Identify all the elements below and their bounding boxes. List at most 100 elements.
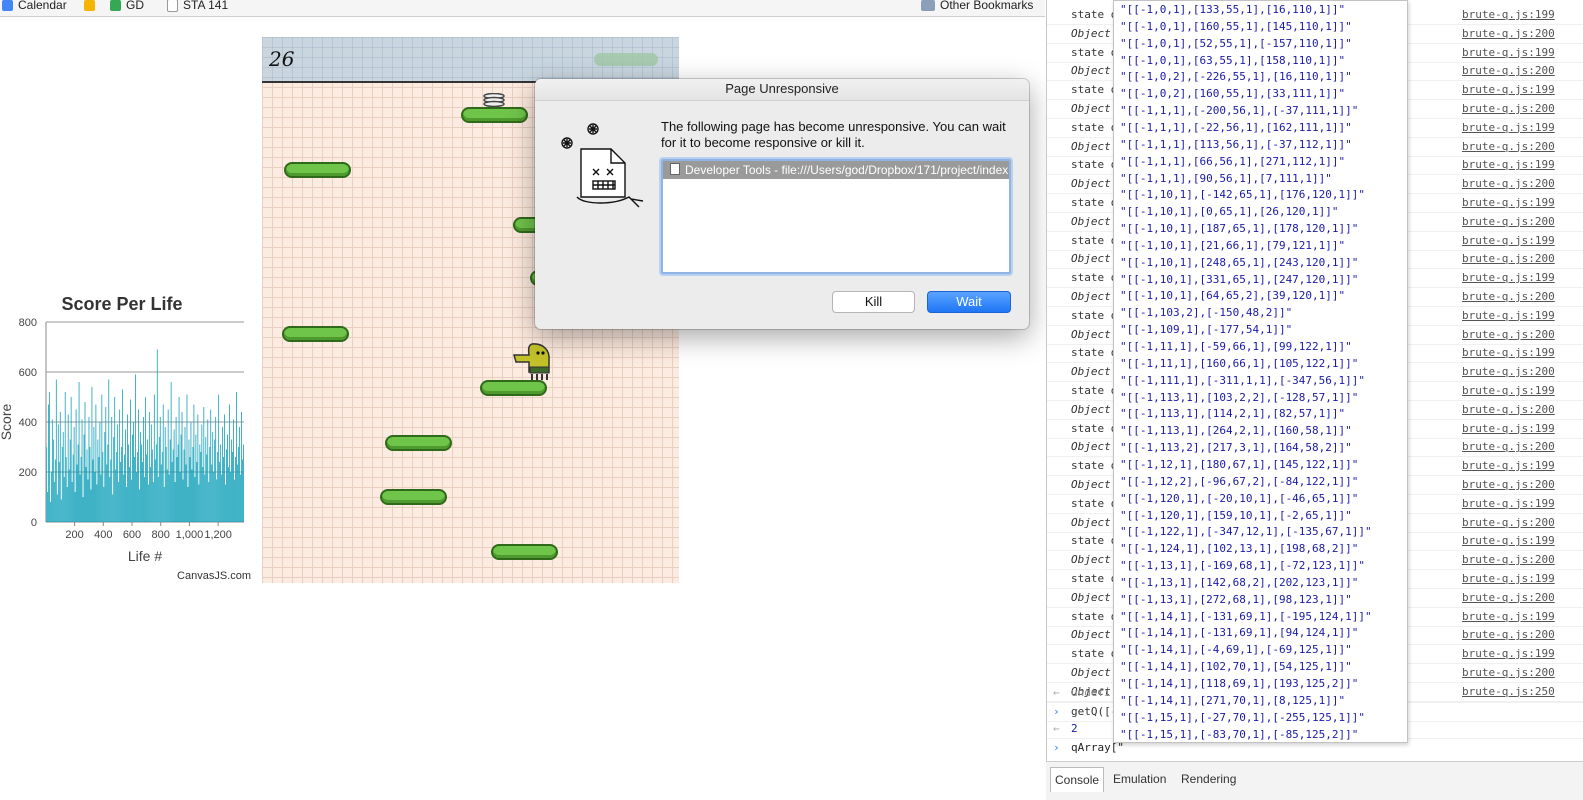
source-link[interactable]: brute-q.js:200 (1462, 403, 1555, 416)
autocomplete-item[interactable]: "[[-1,113,1],[264,2,1],[160,58,1]]" (1120, 424, 1352, 441)
unresponsive-pages-list[interactable]: Developer Tools - file:///Users/god/Drop… (661, 159, 1011, 274)
bar (212, 432, 214, 522)
source-link[interactable]: brute-q.js:200 (1462, 328, 1555, 341)
bar (177, 444, 179, 522)
wait-button[interactable]: Wait (927, 291, 1011, 313)
autocomplete-item[interactable]: "[[-1,10,1],[187,65,1],[178,120,1]]" (1120, 222, 1358, 239)
autocomplete-item[interactable]: "[[-1,0,2],[-226,55,1],[16,110,1]]" (1120, 70, 1352, 87)
autocomplete-item[interactable]: "[[-1,0,1],[160,55,1],[145,110,1]]" (1120, 20, 1352, 37)
autocomplete-item[interactable]: "[[-1,14,1],[-131,69,1],[-195,124,1]]" (1120, 610, 1372, 627)
autocomplete-dropdown[interactable]: "[[-1,0,1],[133,55,1],[16,110,1]]" "[[-1,… (1113, 0, 1408, 743)
bookmark-calendar[interactable]: Calendar (2, 0, 67, 13)
autocomplete-item[interactable]: "[[-1,14,1],[271,70,1],[8,125,1]]" (1120, 694, 1345, 711)
source-link[interactable]: brute-q.js:200 (1462, 290, 1555, 303)
bookmark-star[interactable] (84, 0, 100, 13)
bookmark-sta141[interactable]: STA 141 (167, 0, 228, 13)
source-link[interactable]: brute-q.js:200 (1462, 666, 1555, 679)
list-item[interactable]: Developer Tools - file:///Users/god/Drop… (663, 161, 1009, 179)
source-link[interactable]: brute-q.js:199 (1462, 196, 1555, 209)
source-link[interactable]: brute-q.js:199 (1462, 572, 1555, 585)
autocomplete-item[interactable]: "[[-1,1,1],[113,56,1],[-37,112,1]]" (1120, 138, 1352, 155)
autocomplete-item[interactable]: "[[-1,113,1],[114,2,1],[82,57,1]]" (1120, 407, 1345, 424)
tab-console[interactable]: Console (1050, 767, 1105, 792)
source-link[interactable]: brute-q.js:199 (1462, 422, 1555, 435)
autocomplete-item[interactable]: "[[-1,13,1],[-169,68,1],[-72,123,1]]" (1120, 559, 1365, 576)
autocomplete-item[interactable]: "[[-1,0,1],[52,55,1],[-157,110,1]]" (1120, 37, 1352, 54)
source-link[interactable]: brute-q.js:199 (1462, 346, 1555, 359)
autocomplete-item[interactable]: "[[-1,1,1],[-22,56,1],[162,111,1]]" (1120, 121, 1352, 138)
source-link[interactable]: brute-q.js:199 (1462, 271, 1555, 284)
autocomplete-item[interactable]: "[[-1,10,1],[331,65,1],[247,120,1]]" (1120, 273, 1358, 290)
bookmark-gd[interactable]: GD (110, 0, 144, 13)
source-link[interactable]: brute-q.js:199 (1462, 158, 1555, 171)
source-link[interactable]: brute-q.js:200 (1462, 27, 1555, 40)
source-link[interactable]: brute-q.js:199 (1462, 459, 1555, 472)
autocomplete-item[interactable]: "[[-1,0,2],[160,55,1],[33,111,1]]" (1120, 87, 1345, 104)
autocomplete-item[interactable]: "[[-1,14,1],[-131,69,1],[94,124,1]]" (1120, 626, 1358, 643)
autocomplete-item[interactable]: "[[-1,122,1],[-347,12,1],[-135,67,1]]" (1120, 525, 1372, 542)
autocomplete-item[interactable]: "[[-1,0,1],[133,55,1],[16,110,1]]" (1120, 3, 1345, 20)
source-link[interactable]: brute-q.js:200 (1462, 64, 1555, 77)
source-link[interactable]: brute-q.js:200 (1462, 628, 1555, 641)
tab-emulation[interactable]: Emulation (1109, 767, 1170, 791)
autocomplete-item[interactable]: "[[-1,120,1],[159,10,1],[-2,65,1]]" (1120, 509, 1352, 526)
source-link[interactable]: brute-q.js:200 (1462, 365, 1555, 378)
source-link[interactable]: brute-q.js:199 (1462, 497, 1555, 510)
autocomplete-item[interactable]: "[[-1,1,1],[66,56,1],[271,112,1]]" (1120, 155, 1345, 172)
autocomplete-item[interactable]: "[[-1,14,1],[102,70,1],[54,125,1]]" (1120, 660, 1352, 677)
autocomplete-item[interactable]: "[[-1,11,1],[160,66,1],[105,122,1]]" (1120, 357, 1358, 374)
pause-button[interactable] (594, 53, 658, 66)
bookmark-other[interactable]: Other Bookmarks (921, 0, 1033, 13)
source-link[interactable]: brute-q.js:200 (1462, 140, 1555, 153)
autocomplete-item[interactable]: "[[-1,13,1],[272,68,1],[98,123,1]]" (1120, 593, 1352, 610)
source-link[interactable]: brute-q.js:200 (1462, 177, 1555, 190)
autocomplete-item[interactable]: "[[-1,0,1],[63,55,1],[158,110,1]]" (1120, 54, 1345, 71)
source-link[interactable]: brute-q.js:200 (1462, 215, 1555, 228)
source-link[interactable]: brute-q.js:199 (1462, 534, 1555, 547)
source-link[interactable]: brute-q.js:199 (1462, 610, 1555, 623)
autocomplete-item[interactable]: "[[-1,10,1],[248,65,1],[243,120,1]]" (1120, 256, 1358, 273)
autocomplete-item[interactable]: "[[-1,10,1],[21,66,1],[79,121,1]]" (1120, 239, 1345, 256)
autocomplete-item[interactable]: "[[-1,10,1],[64,65,2],[39,120,1]]" (1120, 289, 1345, 306)
source-link[interactable]: brute-q.js:200 (1462, 553, 1555, 566)
source-link[interactable]: brute-q.js:199 (1462, 121, 1555, 134)
tab-rendering[interactable]: Rendering (1177, 767, 1240, 791)
autocomplete-item[interactable]: "[[-1,12,1],[180,67,1],[145,122,1]]" (1120, 458, 1358, 475)
source-link[interactable]: brute-q.js:199 (1462, 647, 1555, 660)
source-link[interactable]: brute-q.js:199 (1462, 8, 1555, 21)
source-link[interactable]: brute-q.js:199 (1462, 234, 1555, 247)
source-link[interactable]: brute-q.js:199 (1462, 309, 1555, 322)
source-link[interactable]: brute-q.js:199 (1462, 46, 1555, 59)
source-link[interactable]: brute-q.js:200 (1462, 478, 1555, 491)
bar (215, 417, 217, 522)
autocomplete-item[interactable]: "[[-1,124,1],[102,13,1],[198,68,2]]" (1120, 542, 1358, 559)
autocomplete-item[interactable]: "[[-1,15,1],[-83,70,1],[-85,125,2]]" (1120, 728, 1358, 742)
autocomplete-item[interactable]: "[[-1,111,1],[-311,1,1],[-347,56,1]]" (1120, 374, 1365, 391)
autocomplete-item[interactable]: "[[-1,103,2],[-150,48,2]]" (1120, 306, 1292, 323)
autocomplete-item[interactable]: "[[-1,113,2],[217,3,1],[164,58,2]]" (1120, 441, 1352, 458)
source-link[interactable]: brute-q.js:200 (1462, 252, 1555, 265)
source-link[interactable]: brute-q.js:199 (1462, 384, 1555, 397)
bar (223, 457, 225, 522)
autocomplete-item[interactable]: "[[-1,1,1],[90,56,1],[7,111,1]]" (1120, 172, 1332, 189)
autocomplete-item[interactable]: "[[-1,11,1],[-59,66,1],[99,122,1]]" (1120, 340, 1352, 357)
source-link[interactable]: brute-q.js:200 (1462, 516, 1555, 529)
autocomplete-item[interactable]: "[[-1,12,2],[-96,67,2],[-84,122,1]]" (1120, 475, 1358, 492)
autocomplete-item[interactable]: "[[-1,120,1],[-20,10,1],[-46,65,1]]" (1120, 492, 1358, 509)
bar (78, 382, 80, 522)
bar (69, 439, 71, 522)
autocomplete-item[interactable]: "[[-1,1,1],[-200,56,1],[-37,111,1]]" (1120, 104, 1358, 121)
autocomplete-item[interactable]: "[[-1,15,1],[-27,70,1],[-255,125,1]]" (1120, 711, 1365, 728)
autocomplete-item[interactable]: "[[-1,109,1],[-177,54,1]]" (1120, 323, 1292, 340)
source-link[interactable]: brute-q.js:200 (1462, 102, 1555, 115)
autocomplete-item[interactable]: "[[-1,10,1],[-142,65,1],[176,120,1]]" (1120, 188, 1365, 205)
kill-button[interactable]: Kill (832, 291, 915, 313)
autocomplete-item[interactable]: "[[-1,14,1],[118,69,1],[193,125,2]]" (1120, 677, 1358, 694)
source-link[interactable]: brute-q.js:200 (1462, 440, 1555, 453)
autocomplete-item[interactable]: "[[-1,10,1],[0,65,1],[26,120,1]]" (1120, 205, 1339, 222)
autocomplete-item[interactable]: "[[-1,13,1],[142,68,2],[202,123,1]]" (1120, 576, 1358, 593)
autocomplete-item[interactable]: "[[-1,14,1],[-4,69,1],[-69,125,1]]" (1120, 643, 1352, 660)
autocomplete-item[interactable]: "[[-1,113,1],[103,2,2],[-128,57,1]]" (1120, 391, 1358, 408)
source-link[interactable]: brute-q.js:199 (1462, 83, 1555, 96)
source-link[interactable]: brute-q.js:200 (1462, 591, 1555, 604)
